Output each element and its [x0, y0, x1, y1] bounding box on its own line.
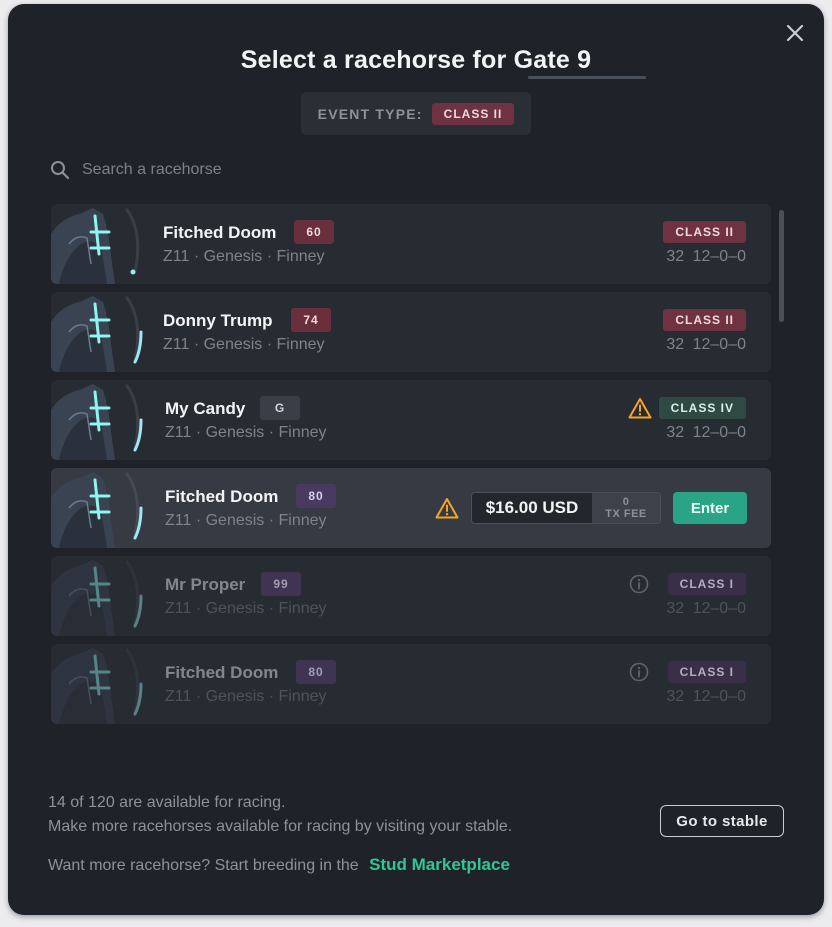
enter-button[interactable]: Enter — [673, 492, 747, 524]
availability-count: 14 of 120 are available for racing. — [48, 794, 286, 811]
horse-name: Donny Trump — [163, 311, 273, 330]
horse-avatar — [51, 648, 143, 724]
horse-avatar — [51, 472, 143, 548]
horse-rating: 80 — [296, 484, 336, 508]
class-badge: CLASS I — [667, 661, 746, 683]
horse-avatar — [51, 560, 143, 636]
tx-fee-label: TX FEE — [605, 508, 647, 520]
horse-stats: 32 12–0–0 — [666, 424, 746, 441]
event-type-box: EVENT TYPE: CLASS II — [301, 92, 531, 135]
horse-details: Z11 · Genesis · Finney — [165, 688, 327, 705]
class-badge: CLASS II — [663, 309, 746, 331]
warning-icon[interactable] — [628, 397, 652, 419]
warning-icon[interactable] — [435, 497, 459, 519]
horse-details: Z11 · Genesis · Finney — [165, 512, 327, 529]
entry-fee-box: $16.00 USD 0 TX FEE — [471, 492, 661, 524]
horse-avatar — [51, 384, 143, 460]
class-badge: CLASS I — [667, 573, 746, 595]
horse-details: Z11 · Genesis · Finney — [165, 424, 327, 441]
event-type-badge: CLASS II — [431, 102, 515, 125]
select-racehorse-modal: Select a racehorse for Gate 9 EVENT TYPE… — [8, 4, 824, 915]
horse-stats: 32 12–0–0 — [666, 688, 746, 705]
horse-rating: 74 — [291, 308, 331, 332]
modal-title: Select a racehorse for Gate 9 — [240, 46, 592, 74]
horse-row-disabled: Mr Proper 99 Z11 · Genesis · Finney CLAS… — [51, 556, 771, 636]
horse-stats: 32 12–0–0 — [666, 600, 746, 617]
horse-row-selected[interactable]: Fitched Doom 80 Z11 · Genesis · Finney $… — [51, 468, 771, 548]
horse-name: Fitched Doom — [165, 487, 279, 506]
entry-price: $16.00 USD — [485, 498, 579, 517]
horse-avatar — [51, 208, 140, 284]
horse-details: Z11 · Genesis · Finney — [163, 336, 325, 353]
horse-avatar — [51, 296, 143, 372]
horse-details: Z11 · Genesis · Finney — [165, 600, 327, 617]
availability-note: 14 of 120 are available for racing. Make… — [48, 791, 512, 839]
search-bar — [50, 156, 450, 184]
horse-stats: 32 12–0–0 — [666, 248, 746, 265]
go-to-stable-button[interactable]: Go to stable — [660, 805, 784, 837]
horse-name: Fitched Doom — [163, 223, 277, 242]
horse-name: My Candy — [165, 399, 246, 418]
horse-name: Fitched Doom — [165, 663, 279, 682]
stud-marketplace-link[interactable]: Stud Marketplace — [369, 855, 510, 874]
event-type-label: EVENT TYPE: — [317, 105, 423, 122]
search-icon — [51, 161, 70, 180]
horse-rating: 60 — [294, 220, 334, 244]
search-input[interactable] — [82, 161, 422, 179]
breeding-note: Want more racehorse? Start breeding in t… — [48, 855, 510, 875]
horse-row[interactable]: Fitched Doom 60 Z11 · Genesis · Finney C… — [51, 204, 771, 284]
tx-fee: 0 TX FEE — [592, 493, 660, 523]
info-icon[interactable] — [629, 574, 649, 594]
horse-row[interactable]: Donny Trump 74 Z11 · Genesis · Finney CL… — [51, 292, 771, 372]
horse-rating: 99 — [261, 572, 301, 596]
horse-rating: G — [260, 396, 300, 420]
horse-stats: 32 12–0–0 — [666, 336, 746, 353]
class-badge: CLASS IV — [658, 397, 746, 419]
list-scrollbar[interactable] — [779, 210, 784, 322]
horse-row[interactable]: My Candy G Z11 · Genesis · Finney CLASS … — [51, 380, 771, 460]
horse-name: Mr Proper — [165, 575, 246, 594]
availability-hint: Make more racehorses available for racin… — [48, 818, 513, 835]
title-underline — [528, 76, 646, 79]
breeding-text: Want more racehorse? Start breeding in t… — [48, 857, 359, 874]
class-badge: CLASS II — [663, 221, 746, 243]
horse-details: Z11 · Genesis · Finney — [163, 248, 325, 265]
close-icon[interactable] — [784, 22, 806, 44]
tx-fee-value: 0 — [622, 496, 630, 508]
horse-row-disabled: Fitched Doom 80 Z11 · Genesis · Finney C… — [51, 644, 771, 724]
info-icon[interactable] — [629, 662, 649, 682]
horse-rating: 80 — [296, 660, 336, 684]
